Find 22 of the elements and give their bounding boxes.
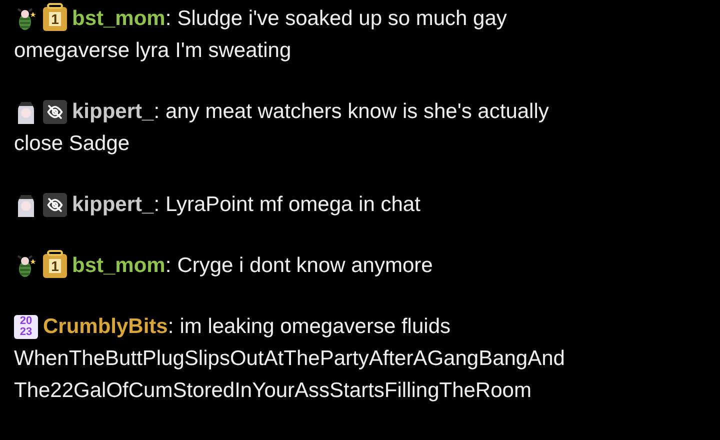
message-text: im leaking omegaverse fluids [180,314,450,340]
colon-separator: : [154,99,160,125]
message-text: close Sadge [14,131,130,157]
colon-separator: : [154,192,160,218]
message-text: LyraPoint mf omega in chat [166,192,420,218]
message-text: omegaverse lyra I'm sweating [14,38,292,64]
username-link[interactable]: CrumblyBits [43,311,168,343]
colon-separator: : [165,6,172,32]
colon-separator: : [165,253,172,279]
message-text: Sludge i've soaked up so much gay [177,6,507,32]
username-link[interactable]: kippert_ [72,189,154,221]
hidden-icon [43,193,67,217]
message-text: WhenTheButtPlugSlipsOutAtThePartyAfterAGangBangAnd [14,346,565,372]
username-link[interactable]: bst_mom [72,3,166,35]
username-link[interactable]: bst_mom [72,250,166,282]
message-text: Cryge i dont know anymore [177,253,433,279]
hidden-icon [43,100,67,124]
year-badge: 20 23 [14,315,38,339]
colon-separator: : [168,314,174,340]
message-text: any meat watchers know is she's actually [166,99,549,125]
username-link[interactable]: kippert_ [72,96,154,128]
message-text: The22GalOfCumStoredInYourAssStartsFillingTheRoom [14,378,532,404]
